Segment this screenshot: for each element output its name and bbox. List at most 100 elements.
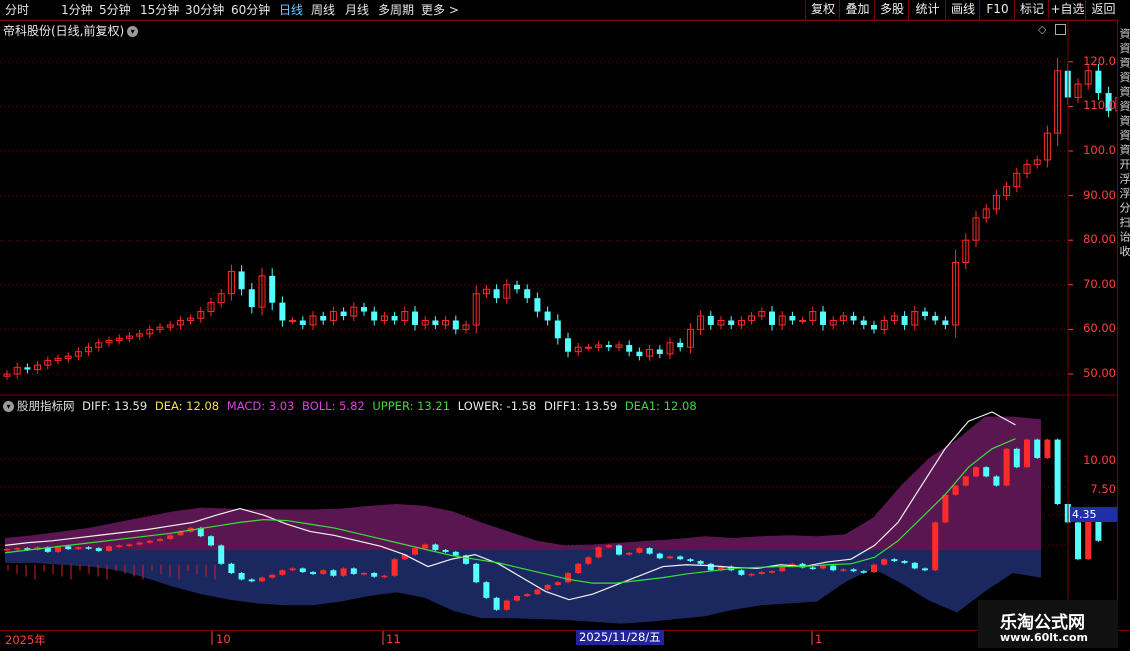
indicator-candle	[952, 485, 959, 495]
indicator-candle	[412, 548, 418, 555]
indicator-name: 股朋指标网	[17, 399, 75, 413]
indicator-boll: BOLL: 5.82	[302, 399, 365, 413]
stock-title: 帝科股份(日线,前复权)	[3, 24, 125, 38]
indicator-candle	[14, 548, 21, 550]
indicator-candle	[320, 570, 327, 574]
indicator-dea: DEA: 12.08	[154, 399, 220, 413]
indicator-candle	[1044, 439, 1051, 458]
kline-chart[interactable]	[0, 0, 1130, 650]
indicator-candle	[646, 548, 653, 554]
indicator-candle	[1054, 439, 1061, 504]
price-candle	[340, 311, 347, 317]
price-candle	[24, 367, 31, 370]
date-label: 10	[216, 632, 231, 646]
indicator-candle	[850, 569, 857, 572]
price-candle	[942, 320, 949, 325]
price-candle	[432, 320, 439, 325]
logo-line1: 乐淘公式网	[1000, 613, 1085, 633]
price-candle	[279, 302, 286, 321]
indicator-value-box: 4.35	[1070, 507, 1119, 522]
price-axis-label: 60.00	[1083, 321, 1116, 336]
price-candle	[728, 320, 735, 325]
indicator-candle	[1024, 439, 1030, 468]
indicator-candle	[259, 577, 265, 582]
price-candle	[901, 316, 908, 325]
price-axis-label: 50.00	[1083, 366, 1116, 380]
price-candle	[554, 320, 561, 339]
date-cursor-label: 2025/11/28/五	[576, 630, 664, 645]
indicator-candle	[106, 546, 112, 551]
indicator-candle	[585, 557, 592, 564]
price-candle	[514, 284, 520, 290]
chevron-down-icon[interactable]: ▾	[3, 401, 14, 412]
price-candle	[769, 311, 775, 325]
chevron-down-icon[interactable]: ▾	[127, 26, 139, 37]
price-candle	[248, 289, 255, 308]
price-candle	[544, 311, 551, 321]
indicator-candle	[932, 522, 939, 571]
indicator-candle	[993, 476, 1000, 486]
price-candle	[707, 316, 714, 325]
right-strip-text: 資 資 資 資 資 資 資 資 資 开 浮 浮 分 扫 诒 收	[1118, 28, 1130, 257]
stock-title-bar: 帝科股份(日线,前复权) ▾	[3, 22, 139, 39]
window-toggle-icon[interactable]	[1055, 24, 1066, 35]
indicator-diff: DIFF: 13.59	[82, 399, 148, 413]
price-axis-label: 100.0	[1083, 143, 1116, 157]
indicator-candle	[860, 571, 867, 573]
right-info-strip: 資 資 資 資 資 資 資 資 資 开 浮 浮 分 扫 诒 收	[1117, 20, 1130, 630]
indicator-candle	[769, 571, 775, 573]
indicator-candle	[871, 564, 877, 573]
date-label: 1	[815, 632, 823, 646]
indicator-candle	[697, 561, 704, 564]
diamond-icon[interactable]: ◇	[1038, 23, 1046, 36]
price-axis-label: 80.00	[1083, 232, 1116, 247]
indicator-candle	[962, 476, 969, 486]
indicator-candle	[381, 575, 388, 578]
indicator-candle	[228, 563, 235, 573]
indicator-candle	[208, 536, 214, 546]
indicator-candle	[432, 544, 439, 550]
price-candle	[320, 316, 327, 321]
indicator-candle	[422, 544, 429, 549]
indicator-candle	[126, 544, 133, 546]
indicator-candle	[942, 494, 949, 523]
indicator-candle	[687, 559, 694, 562]
indicator-candle	[758, 572, 765, 574]
indicator-upper: UPPER: 13.21	[372, 399, 451, 413]
price-candle	[605, 345, 612, 348]
price-candle	[412, 311, 418, 325]
price-axis-label: 90.00	[1083, 187, 1116, 202]
boll-band	[5, 416, 1041, 624]
indicator-candle	[973, 467, 979, 477]
indicator-candle	[238, 573, 245, 580]
price-candles	[3, 57, 1130, 381]
indicator-candle	[340, 568, 347, 576]
logo-line2: www.60lt.com	[1000, 631, 1089, 644]
price-candle	[850, 316, 857, 321]
indicator-candle	[575, 563, 582, 573]
price-candle	[656, 349, 663, 354]
indicator-candle	[95, 548, 102, 551]
indicator-candle	[605, 545, 612, 548]
price-candle	[361, 307, 367, 312]
price-candle	[524, 289, 531, 299]
price-candle	[269, 275, 276, 303]
indicator-candle	[65, 546, 72, 550]
price-candle	[584, 346, 592, 349]
date-label: 11	[386, 632, 401, 646]
indicator-candle	[157, 538, 163, 541]
indicator-lower: LOWER: -1.58	[457, 399, 537, 413]
price-candle	[820, 311, 826, 325]
price-candle	[626, 345, 633, 352]
indicator-info-bar: ▾ 股朋指标网 DIFF: 13.59 DEA: 12.08 MACD: 3.03…	[3, 398, 701, 414]
indicator-candle	[554, 582, 561, 585]
indicator-candle	[136, 542, 143, 545]
price-candle	[860, 320, 867, 325]
indicator-candle	[279, 570, 286, 575]
price-candle	[932, 316, 939, 321]
indicator-candle	[514, 596, 520, 601]
price-candle	[677, 342, 684, 348]
boll-upper-band	[5, 416, 1041, 550]
indicator-candle	[350, 568, 357, 574]
indicator-candle	[707, 563, 714, 571]
